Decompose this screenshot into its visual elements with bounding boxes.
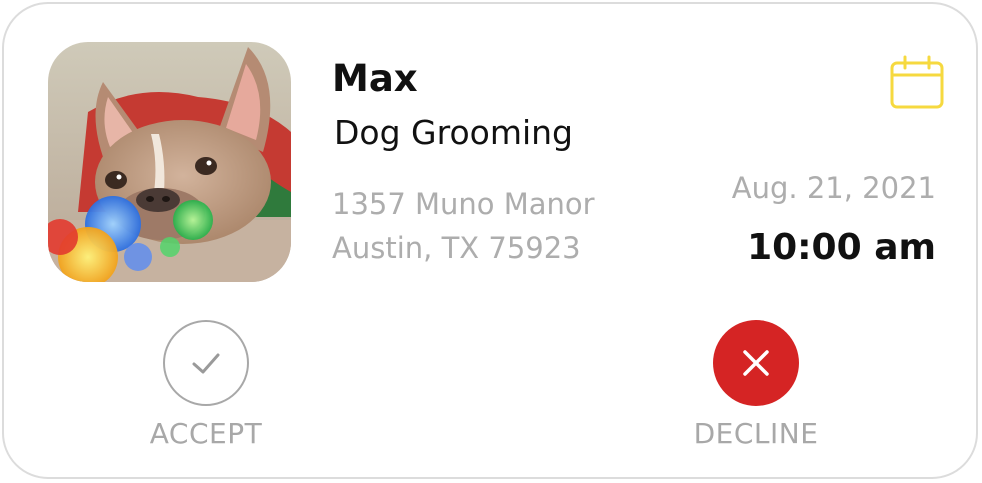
checkmark-icon (192, 353, 220, 374)
calendar-icon[interactable] (888, 54, 946, 112)
accept-button[interactable]: ACCEPT (116, 320, 296, 448)
close-icon (743, 350, 769, 376)
address-line-1: 1357 Muno Manor (332, 187, 595, 221)
appointment-time: 10:00 am (747, 227, 936, 268)
accept-label: ACCEPT (149, 417, 263, 450)
appointment-card: Max Dog Grooming 1357 Muno Manor Austin,… (2, 2, 978, 479)
service-name: Dog Grooming (334, 113, 574, 152)
pet-photo (48, 42, 291, 282)
appointment-date: Aug. 21, 2021 (731, 171, 936, 205)
decline-label: DECLINE (693, 417, 819, 450)
address-line-2: Austin, TX 75923 (332, 231, 581, 265)
decline-circle[interactable] (713, 320, 799, 406)
accept-circle[interactable] (163, 320, 249, 406)
decline-button[interactable]: DECLINE (666, 320, 846, 448)
pet-name: Max (332, 57, 418, 100)
